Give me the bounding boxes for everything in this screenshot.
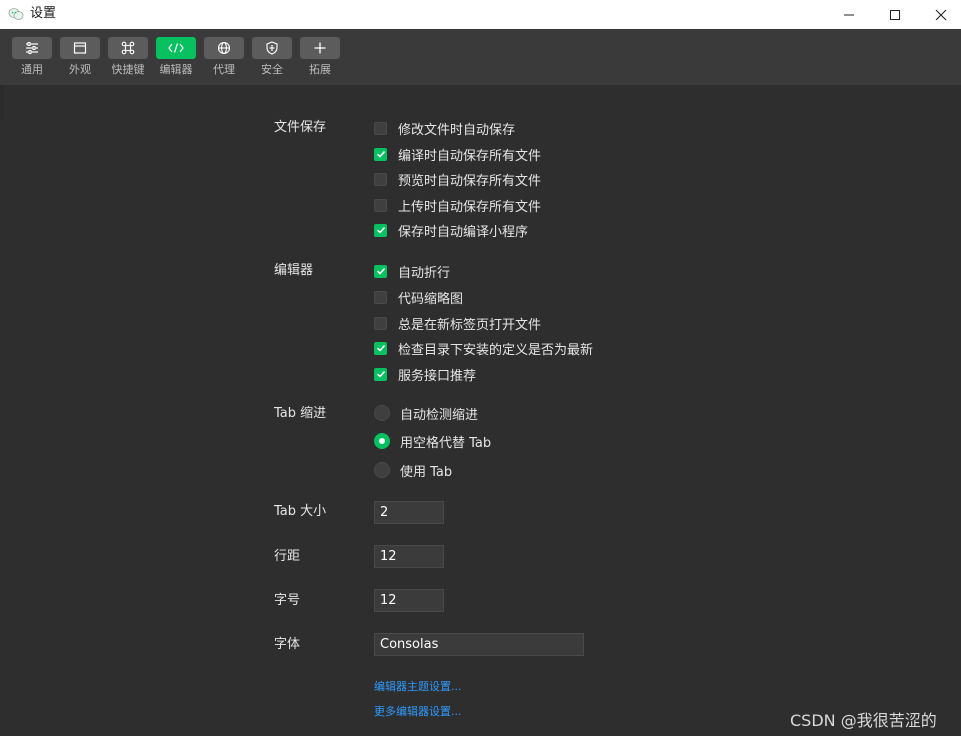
checkbox[interactable] — [374, 290, 387, 304]
app-logo-icon — [8, 8, 24, 20]
checkbox[interactable] — [374, 367, 387, 381]
font-size-input[interactable] — [374, 589, 444, 612]
option-label: 修改文件时自动保存 — [398, 122, 516, 138]
globe-icon — [217, 41, 231, 55]
settings-toolbar: 通用 外观 快捷键 编辑器 代理 安全 拓展 — [0, 29, 961, 85]
checkbox[interactable] — [374, 223, 387, 237]
checkbox[interactable] — [374, 341, 387, 355]
command-icon — [121, 41, 135, 55]
tab-extensions-button[interactable] — [300, 37, 340, 59]
checkbox[interactable] — [374, 264, 387, 278]
tab-general-label: 通用 — [21, 63, 43, 76]
option-auto-detect-indent[interactable]: 自动检测缩进 — [374, 405, 479, 423]
option-label: 使用 Tab — [400, 464, 453, 480]
font-size-label: 字号 — [274, 593, 301, 608]
plus-icon — [314, 42, 326, 54]
tab-shortcuts-label: 快捷键 — [111, 63, 145, 76]
font-family-input[interactable] — [374, 633, 584, 656]
option-label: 上传时自动保存所有文件 — [398, 199, 542, 215]
option-label: 预览时自动保存所有文件 — [398, 173, 542, 189]
checkbox[interactable] — [374, 198, 387, 212]
close-icon — [935, 9, 947, 20]
tab-shortcuts-button[interactable] — [108, 37, 148, 59]
tab-proxy-button[interactable] — [204, 37, 244, 59]
option-minimap[interactable]: 代码缩略图 — [374, 289, 464, 307]
radio[interactable] — [374, 433, 390, 449]
option-label: 检查目录下安装的定义是否为最新 — [398, 342, 594, 358]
check-icon — [376, 370, 385, 378]
tab-appearance[interactable]: 外观 — [60, 37, 100, 81]
option-compile-on-save[interactable]: 保存时自动编译小程序 — [374, 222, 529, 240]
window-title: 设置 — [30, 6, 57, 21]
code-icon — [168, 43, 184, 53]
tab-editor[interactable]: 编辑器 — [156, 37, 196, 81]
option-save-all-on-upload[interactable]: 上传时自动保存所有文件 — [374, 197, 542, 215]
option-save-all-on-preview[interactable]: 预览时自动保存所有文件 — [374, 171, 542, 189]
file-save-label: 文件保存 — [274, 120, 327, 135]
tab-security-label: 安全 — [261, 63, 283, 76]
option-api-recommend[interactable]: 服务接口推荐 — [374, 366, 477, 384]
window-icon — [73, 42, 87, 54]
minimize-button[interactable] — [826, 0, 872, 29]
option-label: 用空格代替 Tab — [400, 435, 492, 451]
tab-indent-label: Tab 缩进 — [274, 406, 327, 421]
option-label: 总是在新标签页打开文件 — [398, 317, 542, 333]
left-edge — [0, 85, 4, 121]
tab-proxy[interactable]: 代理 — [204, 37, 244, 81]
option-open-in-new-tab[interactable]: 总是在新标签页打开文件 — [374, 315, 542, 333]
more-editor-settings-link[interactable]: 更多编辑器设置... — [374, 703, 462, 719]
editor-theme-link[interactable]: 编辑器主题设置... — [374, 678, 462, 694]
tab-editor-label: 编辑器 — [159, 63, 193, 76]
option-label: 保存时自动编译小程序 — [398, 224, 529, 240]
check-icon — [376, 226, 385, 234]
line-height-label: 行距 — [274, 549, 301, 564]
shield-icon — [266, 41, 278, 55]
tab-appearance-label: 外观 — [69, 63, 91, 76]
option-label: 自动检测缩进 — [400, 407, 479, 423]
tab-size-label: Tab 大小 — [274, 504, 327, 519]
font-family-label: 字体 — [274, 637, 301, 652]
option-label: 自动折行 — [398, 265, 451, 281]
option-word-wrap[interactable]: 自动折行 — [374, 263, 451, 281]
tab-proxy-label: 代理 — [213, 63, 235, 76]
editor-label: 编辑器 — [274, 263, 314, 278]
tab-shortcuts[interactable]: 快捷键 — [108, 37, 148, 81]
maximize-icon — [890, 9, 900, 20]
option-label: 代码缩略图 — [398, 291, 464, 307]
watermark: CSDN @我很苦涩的 — [790, 711, 937, 730]
check-icon — [376, 267, 385, 275]
tab-extensions-label: 拓展 — [309, 63, 331, 76]
option-label: 服务接口推荐 — [398, 368, 477, 384]
option-check-definitions[interactable]: 检查目录下安装的定义是否为最新 — [374, 340, 594, 358]
checkbox[interactable] — [374, 121, 387, 135]
option-autosave-on-modify[interactable]: 修改文件时自动保存 — [374, 120, 516, 138]
line-height-input[interactable] — [374, 545, 444, 568]
tab-extensions[interactable]: 拓展 — [300, 37, 340, 81]
maximize-button[interactable] — [872, 0, 918, 29]
option-spaces-for-tab[interactable]: 用空格代替 Tab — [374, 433, 492, 451]
option-use-tab[interactable]: 使用 Tab — [374, 462, 453, 480]
title-bar: 设置 — [0, 0, 961, 29]
sliders-icon — [26, 42, 38, 54]
tab-general[interactable]: 通用 — [12, 37, 52, 81]
option-save-all-on-compile[interactable]: 编译时自动保存所有文件 — [374, 146, 542, 164]
check-icon — [376, 150, 385, 158]
radio[interactable] — [374, 405, 390, 421]
checkbox[interactable] — [374, 316, 387, 330]
close-button[interactable] — [918, 0, 961, 29]
tab-general-button[interactable] — [12, 37, 52, 59]
check-icon — [376, 344, 385, 352]
tab-security-button[interactable] — [252, 37, 292, 59]
option-label: 编译时自动保存所有文件 — [398, 148, 542, 164]
radio[interactable] — [374, 462, 390, 478]
tab-size-input[interactable] — [374, 501, 444, 524]
tab-security[interactable]: 安全 — [252, 37, 292, 81]
checkbox[interactable] — [374, 172, 387, 186]
tab-appearance-button[interactable] — [60, 37, 100, 59]
radio-dot — [379, 438, 385, 444]
minimize-icon — [844, 14, 854, 15]
tab-editor-button[interactable] — [156, 37, 196, 59]
checkbox[interactable] — [374, 147, 387, 161]
